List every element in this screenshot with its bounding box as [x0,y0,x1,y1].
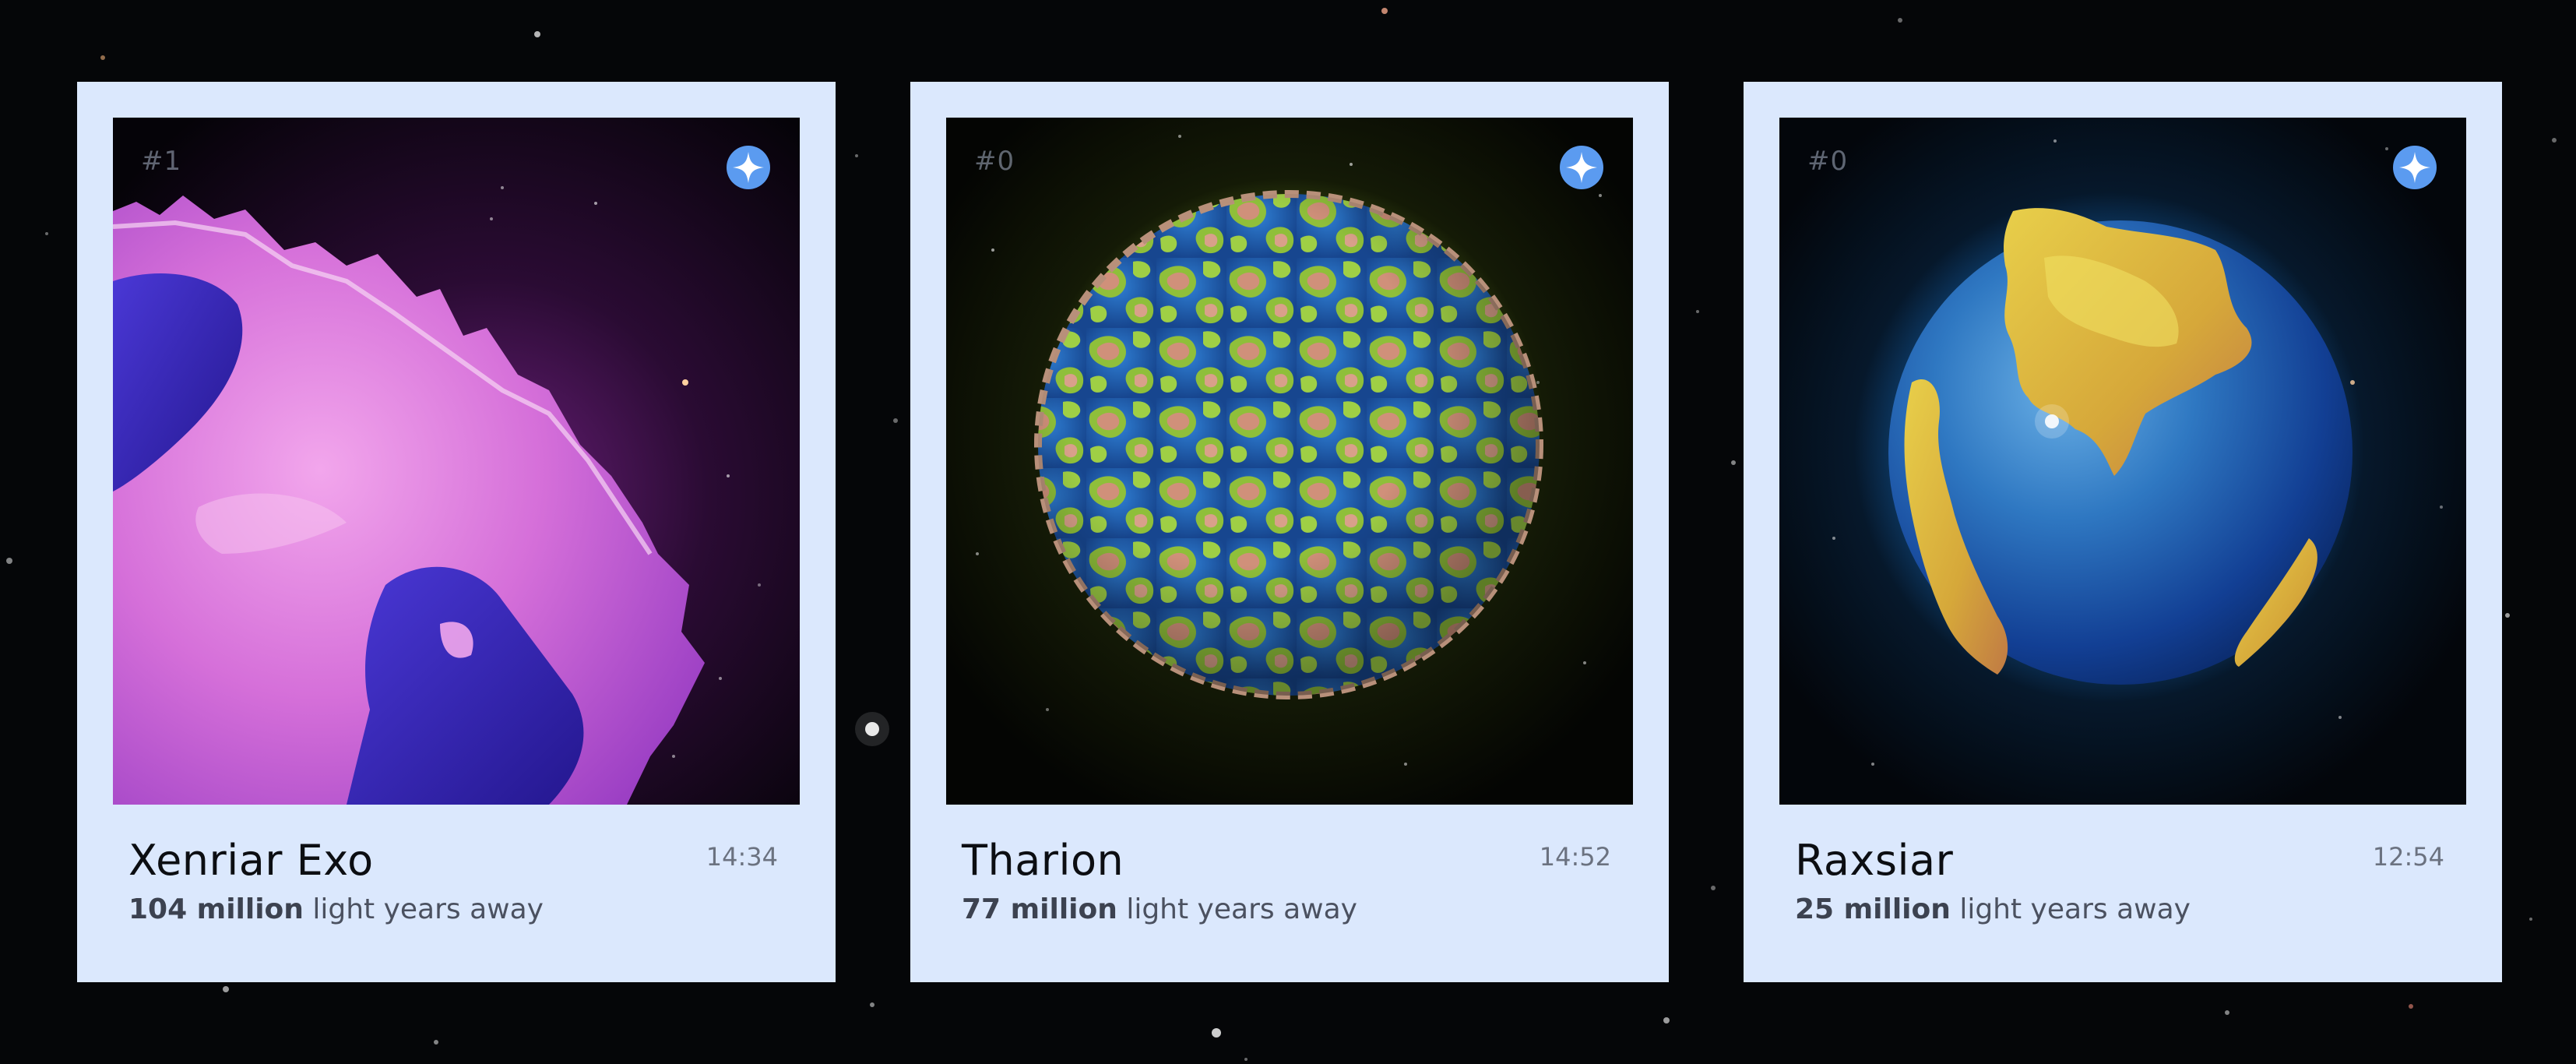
planet-distance: 104 million light years away [128,893,784,925]
planet-distance: 25 million light years away [1795,893,2451,925]
planet-distance: 77 million light years away [962,893,1617,925]
planet-time: 14:34 [706,842,778,872]
distance-value: 77 million [962,893,1117,925]
planet-image [113,118,800,805]
planet-time: 14:52 [1539,842,1611,872]
planet-name: Raxsiar [1795,836,1954,885]
sparkle-star-icon[interactable] [725,144,772,191]
planet-card[interactable]: #1 Xenriar Exo 14:34 104 million light y… [77,82,836,982]
planet-card-list: #1 Xenriar Exo 14:34 104 million light y… [77,82,2502,982]
planet-index: #1 [141,146,182,177]
planet-info: Raxsiar 12:54 25 million light years awa… [1779,805,2466,925]
planet-card[interactable]: #0 Tharion 14:52 77 million light years … [910,82,1669,982]
planet-info: Xenriar Exo 14:34 104 million light year… [113,805,800,925]
sparkle-star-icon[interactable] [1558,144,1605,191]
distance-suffix: light years away [312,893,544,925]
planet-name: Xenriar Exo [128,836,374,885]
sparkle-star-icon[interactable] [2391,144,2438,191]
distance-suffix: light years away [1959,893,2191,925]
planet-image [946,118,1633,805]
planet-render[interactable]: #0 [946,118,1633,805]
distance-value: 25 million [1795,893,1951,925]
planet-index: #0 [974,146,1015,177]
planet-render[interactable]: #1 [113,118,800,805]
planet-name: Tharion [962,836,1124,885]
planet-card[interactable]: #0 Raxsiar 12:54 25 million light years … [1744,82,2502,982]
planet-info: Tharion 14:52 77 million light years awa… [946,805,1633,925]
distance-suffix: light years away [1126,893,1357,925]
planet-image [1779,118,2466,805]
planet-render[interactable]: #0 [1779,118,2466,805]
distance-value: 104 million [128,893,304,925]
planet-time: 12:54 [2372,842,2444,872]
planet-index: #0 [1807,146,1849,177]
